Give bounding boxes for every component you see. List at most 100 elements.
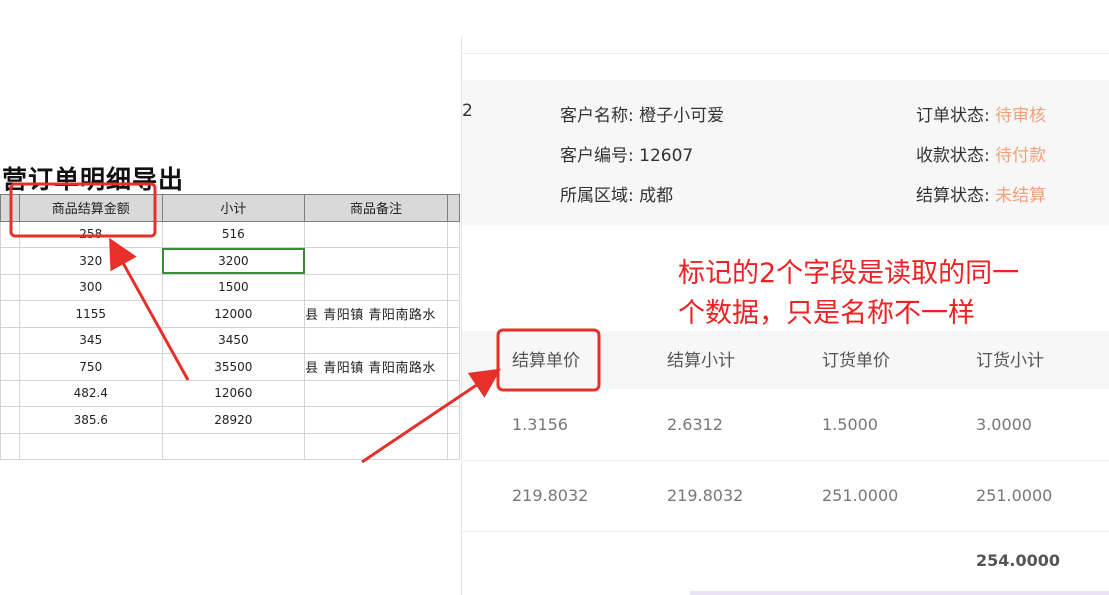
sheet-cell bbox=[447, 273, 460, 301]
region-value: 成都 bbox=[639, 186, 674, 206]
sheet-cell-amount[interactable]: 482.4 bbox=[18, 379, 163, 407]
table-row: 1.3156 2.6312 1.5000 3.0000 bbox=[462, 389, 1109, 461]
cell-settle-price: 219.8032 bbox=[512, 486, 589, 505]
sheet-header-blank bbox=[0, 194, 20, 222]
column-header-settle-price[interactable]: 结算单价 bbox=[512, 346, 580, 371]
sheet-cell-note[interactable] bbox=[304, 247, 449, 275]
order-total-value: 254.0000 bbox=[976, 551, 1061, 570]
sheet-cell bbox=[447, 353, 460, 381]
sheet-cell bbox=[0, 406, 20, 434]
sheet-cell-subtotal[interactable]: 35500 bbox=[161, 353, 306, 381]
cell-order-price: 1.5000 bbox=[822, 415, 878, 434]
payment-status-field: 收款状态: 待付款 bbox=[916, 141, 1046, 166]
column-header-settle-subtotal[interactable]: 结算小计 bbox=[667, 346, 735, 371]
sheet-cell-subtotal[interactable]: 28920 bbox=[161, 406, 306, 434]
column-header-order-subtotal[interactable]: 订货小计 bbox=[976, 346, 1044, 371]
customer-no-value: 12607 bbox=[639, 146, 694, 166]
customer-name-value: 橙子小可爱 bbox=[639, 106, 725, 126]
payment-status-value: 待付款 bbox=[995, 146, 1047, 166]
table-row: 300 1500 bbox=[0, 273, 460, 301]
detail-top-bar bbox=[462, 36, 1109, 54]
sheet-cell-amount[interactable]: 385.6 bbox=[18, 406, 163, 434]
customer-no-field: 客户编号: 12607 bbox=[560, 141, 693, 166]
sheet-cell bbox=[0, 432, 20, 460]
sheet-cell bbox=[447, 247, 460, 275]
sheet-cell bbox=[0, 300, 20, 328]
cell-order-price: 251.0000 bbox=[822, 486, 899, 505]
order-no-fragment: 2 bbox=[462, 101, 473, 121]
customer-no-label: 客户编号: bbox=[560, 146, 634, 166]
sheet-cell-note[interactable] bbox=[304, 379, 449, 407]
order-status-value: 待审核 bbox=[995, 106, 1047, 126]
sheet-cell-amount[interactable]: 1155 bbox=[18, 300, 163, 328]
cell-settle-subtotal: 219.8032 bbox=[667, 486, 744, 505]
detail-table-header: 结算单价 结算小计 订货单价 订货小计 bbox=[462, 331, 1109, 389]
horizontal-scrollbar[interactable] bbox=[690, 591, 1109, 595]
sheet-cell-subtotal[interactable]: 12060 bbox=[161, 379, 306, 407]
customer-name-label: 客户名称: bbox=[560, 106, 634, 126]
table-row: 385.6 28920 bbox=[0, 406, 460, 434]
sheet-cell bbox=[0, 379, 20, 407]
sheet-cell bbox=[0, 273, 20, 301]
sheet-cell-subtotal-selected[interactable]: 3200 bbox=[161, 247, 306, 275]
annotation-note: 标记的2个字段是读取的同一 个数据，只是名称不一样 bbox=[678, 254, 1098, 334]
sheet-grid: 商品结算金额 小计 商品备注 258 516 320 3200 300 1500 bbox=[0, 194, 460, 460]
customer-name-field: 客户名称: 橙子小可爱 bbox=[560, 101, 724, 126]
sheet-cell-amount[interactable]: 750 bbox=[18, 353, 163, 381]
sheet-header-row: 商品结算金额 小计 商品备注 bbox=[0, 194, 460, 222]
sheet-cell bbox=[447, 220, 460, 248]
column-header-order-price[interactable]: 订货单价 bbox=[822, 346, 890, 371]
cell-order-subtotal: 251.0000 bbox=[976, 486, 1053, 505]
order-status-label: 订单状态: bbox=[916, 106, 990, 126]
sheet-cell bbox=[0, 353, 20, 381]
sheet-cell-amount[interactable]: 258 bbox=[18, 220, 163, 248]
sheet-cell bbox=[447, 406, 460, 434]
table-row: 750 35500 县 青阳镇 青阳南路水 bbox=[0, 353, 460, 381]
sheet-cell bbox=[447, 326, 460, 354]
sheet-header-blank-right bbox=[447, 194, 460, 222]
table-row: 219.8032 219.8032 251.0000 251.0000 bbox=[462, 461, 1109, 532]
sheet-header-subtotal[interactable]: 小计 bbox=[161, 194, 306, 222]
sheet-cell-note[interactable]: 县 青阳镇 青阳南路水 bbox=[304, 353, 449, 381]
sheet-cell-subtotal[interactable]: 12000 bbox=[161, 300, 306, 328]
sheet-cell-subtotal[interactable]: 3450 bbox=[161, 326, 306, 354]
sheet-cell-amount[interactable] bbox=[18, 432, 163, 460]
spreadsheet-export: 营订单明细导出 商品结算金额 小计 商品备注 258 516 320 3200 … bbox=[0, 0, 460, 595]
region-field: 所属区域: 成都 bbox=[560, 181, 673, 206]
sheet-cell bbox=[0, 247, 20, 275]
payment-status-label: 收款状态: bbox=[916, 146, 990, 166]
order-info-section: 2 客户名称: 橙子小可爱 客户编号: 12607 所属区域: 成都 订单状态:… bbox=[462, 80, 1109, 226]
sheet-cell-note[interactable] bbox=[304, 406, 449, 434]
sheet-cell-note[interactable] bbox=[304, 326, 449, 354]
table-row: 345 3450 bbox=[0, 326, 460, 354]
table-row: 482.4 12060 bbox=[0, 379, 460, 407]
sheet-cell-amount[interactable]: 345 bbox=[18, 326, 163, 354]
sheet-cell-note[interactable]: 县 青阳镇 青阳南路水 bbox=[304, 300, 449, 328]
cell-order-subtotal: 3.0000 bbox=[976, 415, 1032, 434]
sheet-cell-subtotal[interactable]: 516 bbox=[161, 220, 306, 248]
sheet-cell-amount[interactable]: 320 bbox=[18, 247, 163, 275]
region-label: 所属区域: bbox=[560, 186, 634, 206]
sheet-cell-note[interactable] bbox=[304, 432, 449, 460]
sheet-cell-subtotal[interactable] bbox=[161, 432, 306, 460]
sheet-cell bbox=[0, 220, 20, 248]
cell-settle-subtotal: 2.6312 bbox=[667, 415, 723, 434]
sheet-header-note[interactable]: 商品备注 bbox=[304, 194, 449, 222]
sheet-cell-note[interactable] bbox=[304, 273, 449, 301]
sheet-cell-amount[interactable]: 300 bbox=[18, 273, 163, 301]
sheet-cell bbox=[447, 300, 460, 328]
sheet-header-settle-amount[interactable]: 商品结算金额 bbox=[18, 194, 163, 222]
sheet-cell-note[interactable] bbox=[304, 220, 449, 248]
settle-status-value: 未结算 bbox=[995, 186, 1047, 206]
sheet-cell bbox=[0, 326, 20, 354]
sheet-cell bbox=[447, 432, 460, 460]
sheet-title: 营订单明细导出 bbox=[2, 165, 185, 194]
sheet-cell-subtotal[interactable]: 1500 bbox=[161, 273, 306, 301]
annotation-line-1: 标记的2个字段是读取的同一 bbox=[678, 258, 1020, 289]
table-row: 258 516 bbox=[0, 220, 460, 248]
settle-status-field: 结算状态: 未结算 bbox=[916, 181, 1046, 206]
table-row: 320 3200 bbox=[0, 247, 460, 275]
table-row bbox=[0, 432, 460, 460]
annotation-line-2: 个数据，只是名称不一样 bbox=[678, 298, 975, 329]
settle-status-label: 结算状态: bbox=[916, 186, 990, 206]
